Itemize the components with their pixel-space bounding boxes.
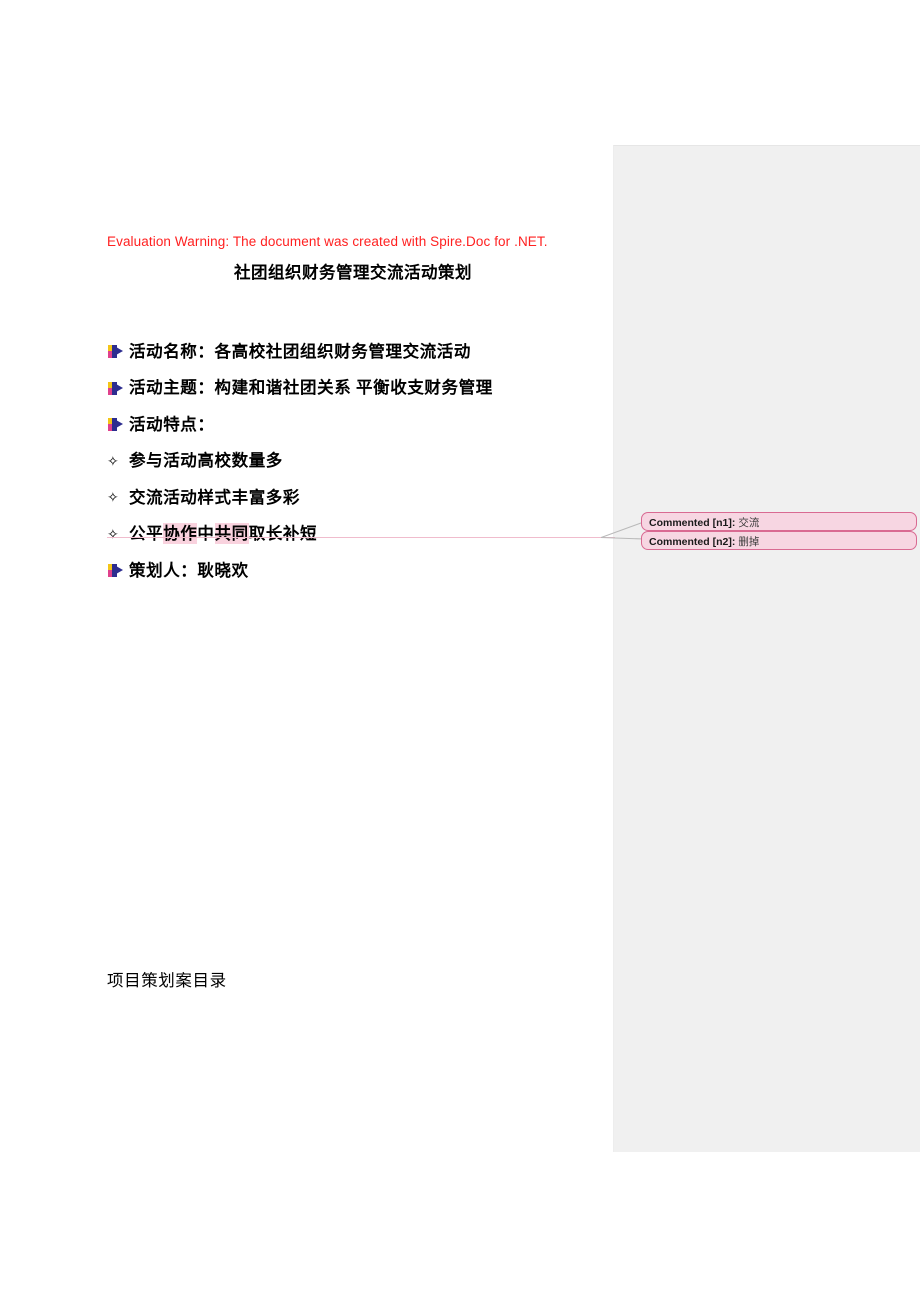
comment-body-n2: 删掉	[738, 537, 760, 548]
list-item-label: 活动主题：构建和谐社团关系 平衡收支财务管理	[129, 378, 493, 398]
comment-label-n1: Commented [n1]:	[649, 517, 736, 529]
list-item-label: 活动名称：各高校社团组织财务管理交流活动	[129, 341, 471, 361]
diamond-bullet-icon: ✧	[107, 490, 119, 507]
commented-text-suffix: 取长补短	[248, 524, 318, 544]
list-item-label: 策划人：耿晓欢	[129, 560, 249, 580]
list-item: ✧ 参与活动高校数量多	[107, 443, 607, 480]
comment-anchor-line	[107, 537, 615, 538]
arrow-bullet-icon	[107, 345, 129, 359]
list-item-commented: ✧ 公平协作中共同取长补短	[107, 516, 607, 553]
comment-margin-panel	[613, 145, 920, 1152]
list-item: 策划人：耿晓欢	[107, 552, 607, 589]
highlighted-text-1[interactable]: 协作	[163, 523, 198, 545]
comment-balloon-n1[interactable]: Commented [n1]: 交流	[641, 512, 917, 531]
list-item: 活动特点：	[107, 406, 607, 443]
arrow-bullet-icon	[107, 564, 129, 578]
comment-body-n1: 交流	[738, 518, 760, 529]
arrow-bullet-icon	[107, 381, 129, 396]
list-item-label: 公平协作中共同取长补短	[129, 516, 317, 553]
list-item: ✧ 交流活动样式丰富多彩	[107, 479, 607, 516]
commented-text-prefix: 公平	[129, 524, 164, 544]
section-heading-toc: 项目策划案目录	[107, 971, 227, 990]
list-item-label: 交流活动样式丰富多彩	[129, 487, 300, 507]
document-body: 活动名称：各高校社团组织财务管理交流活动 活动主题：构建和谐社团关系 平衡收支财…	[107, 333, 607, 589]
commented-text-middle: 中	[197, 524, 215, 544]
list-item-label: 参与活动高校数量多	[129, 451, 283, 471]
highlighted-text-2[interactable]: 共同	[214, 523, 249, 545]
comment-balloon-n2[interactable]: Commented [n2]: 删掉	[641, 531, 917, 550]
page-title: 社团组织财务管理交流活动策划	[234, 263, 472, 282]
comment-label-n2: Commented [n2]:	[649, 536, 736, 548]
evaluation-warning-text: Evaluation Warning: The document was cre…	[107, 234, 548, 249]
arrow-bullet-icon	[107, 418, 129, 432]
diamond-bullet-icon: ✧	[107, 453, 119, 470]
document-page: Evaluation Warning: The document was cre…	[0, 0, 920, 1302]
diamond-bullet-icon: ✧	[107, 526, 119, 543]
list-item-label: 活动特点：	[129, 414, 215, 434]
list-item: 活动主题：构建和谐社团关系 平衡收支财务管理	[107, 370, 607, 407]
list-item: 活动名称：各高校社团组织财务管理交流活动	[107, 333, 607, 370]
